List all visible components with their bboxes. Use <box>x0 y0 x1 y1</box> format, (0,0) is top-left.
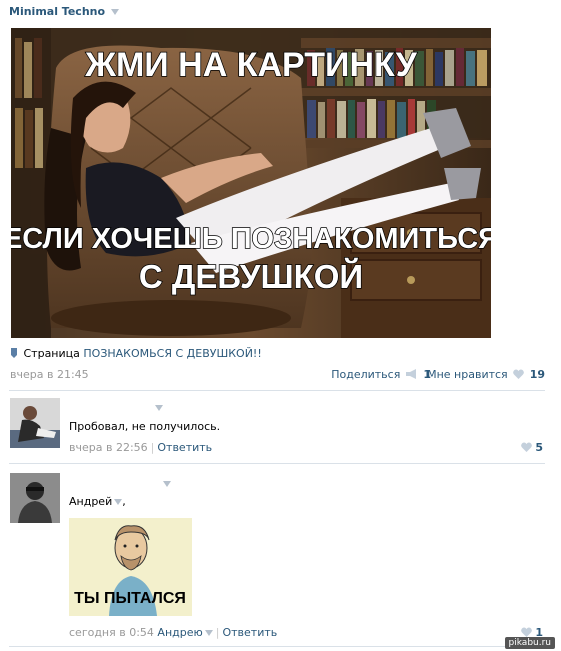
comment-meta: сегодня в 0:54 Андрею | Ответить <box>69 626 278 639</box>
meme-caption: ТЫ ПЫТАЛСЯ <box>74 590 186 607</box>
reply-to-dropdown-icon[interactable] <box>204 630 213 636</box>
comment-avatar[interactable] <box>10 473 60 523</box>
comment-text: Пробовал, не получилось. <box>69 420 221 433</box>
heart-icon <box>521 627 533 637</box>
divider <box>9 646 545 647</box>
image-top-text: ЖМИ НА КАРТИНКУ <box>84 46 417 84</box>
reply-link[interactable]: Ответить <box>157 441 212 454</box>
divider <box>9 463 545 464</box>
comment-time[interactable]: вчера в 22:56 <box>69 441 148 454</box>
post-meta: вчера в 21:45 Поделиться 1 Мне нравится … <box>10 368 545 382</box>
comment-meme-image[interactable]: ТЫ ПЫТАЛСЯ <box>69 518 192 616</box>
reply-link[interactable]: Ответить <box>222 626 277 639</box>
image-bottom-line2: С ДЕВУШКОЙ <box>139 257 363 295</box>
like-label[interactable]: Мне нравится <box>427 368 508 381</box>
image-bottom-line1: ЕСЛИ ХОЧЕШЬ ПОЗНАКОМИТЬСЯ <box>11 223 491 255</box>
avatar <box>10 473 60 523</box>
reply-to-name[interactable]: Андрей <box>69 495 112 508</box>
page-icon <box>11 348 17 358</box>
like-count[interactable]: 19 <box>530 368 545 381</box>
post-image[interactable]: ЖМИ НА КАРТИНКУ ЕСЛИ ХОЧЕШЬ ПОЗНАКОМИТЬС… <box>11 28 491 338</box>
reply-to-link[interactable]: Андрею <box>157 626 202 639</box>
post-image-illustration: ЖМИ НА КАРТИНКУ ЕСЛИ ХОЧЕШЬ ПОЗНАКОМИТЬС… <box>11 28 491 338</box>
author-dropdown-icon[interactable] <box>110 9 119 15</box>
comment-time[interactable]: сегодня в 0:54 <box>69 626 154 639</box>
avatar <box>10 398 60 448</box>
meme-illustration: ТЫ ПЫТАЛСЯ <box>69 518 192 616</box>
post-time[interactable]: вчера в 21:45 <box>10 368 89 381</box>
heart-icon <box>521 442 533 452</box>
page-link[interactable]: ПОЗНАКОМЬСЯ С ДЕВУШКОЙ!! <box>83 347 261 360</box>
page-link-row: Страница ПОЗНАКОМЬСЯ С ДЕВУШКОЙ!! <box>10 347 262 360</box>
comment-author-dropdown-icon[interactable] <box>163 481 171 487</box>
comment-text: Андрей, <box>69 495 126 508</box>
heart-icon <box>513 369 525 379</box>
like-button[interactable]: Мне нравится 19 <box>427 368 545 381</box>
megaphone-icon <box>405 369 416 379</box>
divider <box>9 390 545 391</box>
post-author[interactable]: Minimal Techno <box>9 5 119 18</box>
post-author-name[interactable]: Minimal Techno <box>9 5 105 18</box>
comment-like-count[interactable]: 5 <box>535 441 543 454</box>
comment-like-button[interactable]: 5 <box>521 441 543 454</box>
comment-author-dropdown-icon[interactable] <box>155 405 163 411</box>
share-button[interactable]: Поделиться 1 <box>331 368 431 381</box>
watermark: pikabu.ru <box>504 637 555 649</box>
comment-avatar[interactable] <box>10 398 60 448</box>
share-label[interactable]: Поделиться <box>331 368 400 381</box>
comment-meta: вчера в 22:56 | Ответить <box>69 441 213 454</box>
page-prefix: Страница <box>23 347 80 360</box>
comment-text-suffix: , <box>122 495 126 508</box>
